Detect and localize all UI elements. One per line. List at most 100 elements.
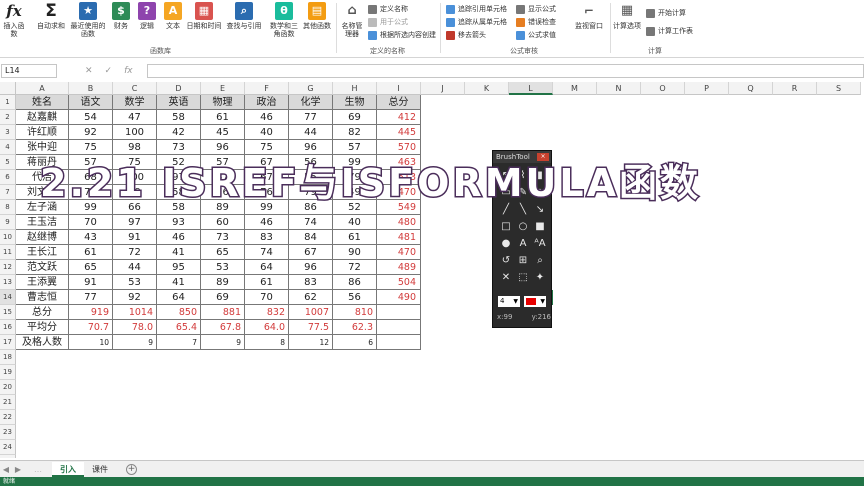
row-header-19[interactable]: 19 [0,365,16,380]
row-header-1[interactable]: 1 [0,95,16,110]
score-cell[interactable]: 73 [201,230,245,245]
score-cell[interactable]: 74 [245,245,289,260]
zoom-icon[interactable]: ⌕ [533,254,547,268]
row-header-22[interactable]: 22 [0,410,16,425]
summary-value-cell[interactable]: 1014 [113,305,157,320]
math-trig-button[interactable]: θ 数学和三角函数 [268,2,300,38]
insert-function-button[interactable]: fx 插入函数 [2,2,26,39]
score-cell[interactable]: 490 [377,290,421,305]
calc-now-button[interactable]: 开始计算 [646,8,686,18]
score-cell[interactable]: 92 [113,290,157,305]
tab-scroll-left-icon[interactable]: ◀ [0,465,12,474]
summary-value-cell[interactable]: 62.3 [333,320,377,335]
score-cell[interactable]: 70 [245,290,289,305]
recently-used-button[interactable]: ★ 最近使用的函数 [70,2,106,38]
summary-value-cell[interactable]: 9 [113,335,157,350]
score-cell[interactable]: 45 [201,125,245,140]
tab-courseware[interactable]: 课件 [84,462,116,477]
column-header-C[interactable]: C [113,82,157,95]
column-header-K[interactable]: K [465,82,509,95]
summary-value-cell[interactable]: 10 [69,335,113,350]
score-cell[interactable]: 61 [333,230,377,245]
score-cell[interactable]: 91 [69,275,113,290]
score-cell[interactable]: 489 [377,260,421,275]
score-cell[interactable]: 67 [289,245,333,260]
column-header-L[interactable]: L [509,82,553,95]
text-size-icon[interactable]: ᴬA [533,237,547,251]
score-cell[interactable]: 62 [289,290,333,305]
calc-options-button[interactable]: ▦ 计算选项 [612,2,642,30]
row-header-12[interactable]: 12 [0,260,16,275]
score-cell[interactable]: 53 [113,275,157,290]
score-cell[interactable]: 65 [201,245,245,260]
summary-label-cell[interactable]: 平均分 [16,320,69,335]
text-button[interactable]: A 文本 [162,2,184,30]
score-cell[interactable]: 56 [333,290,377,305]
summary-value-cell[interactable]: 6 [333,335,377,350]
use-in-formula-button[interactable]: 用于公式 [368,17,408,27]
score-cell[interactable]: 445 [377,125,421,140]
summary-empty-cell[interactable] [377,320,421,335]
summary-value-cell[interactable]: 12 [289,335,333,350]
column-header-A[interactable]: A [16,82,69,95]
student-name-cell[interactable]: 王添翼 [16,275,69,290]
row-header-14[interactable]: 14 [0,290,16,305]
score-cell[interactable]: 61 [245,275,289,290]
row-header-20[interactable]: 20 [0,380,16,395]
student-name-cell[interactable]: 范文跃 [16,260,69,275]
summary-value-cell[interactable]: 77.5 [289,320,333,335]
summary-empty-cell[interactable] [377,335,421,350]
trace-precedents-button[interactable]: 追踪引用单元格 [446,4,507,14]
tab-scroll-right-icon[interactable]: ▶ [12,465,24,474]
score-cell[interactable]: 40 [333,215,377,230]
column-header-E[interactable]: E [201,82,245,95]
calc-sheet-button[interactable]: 计算工作表 [646,26,693,36]
worksheet-grid[interactable]: ABCDEFGHIJKLMNOPQRS 1 2 3 4 5 6 7 8 9 10 11 12 13 14 1… [0,82,864,458]
score-cell[interactable]: 77 [289,110,333,125]
filled-rect-icon[interactable]: ■ [533,220,547,234]
row-header-24[interactable]: 24 [0,440,16,455]
financial-button[interactable]: $ 财务 [110,2,132,30]
column-header-M[interactable]: M [553,82,597,95]
row-header-7[interactable]: 7 [0,185,16,200]
summary-value-cell[interactable]: 78.0 [113,320,157,335]
score-cell[interactable]: 74 [289,215,333,230]
summary-value-cell[interactable]: 67.8 [201,320,245,335]
evaluate-formula-button[interactable]: 公式求值 [516,30,556,40]
logical-button[interactable]: ? 逻辑 [136,2,158,30]
column-header-P[interactable]: P [685,82,729,95]
row-header-10[interactable]: 10 [0,230,16,245]
ellipse-icon[interactable]: ○ [516,220,530,234]
student-name-cell[interactable]: 王玉洁 [16,215,69,230]
student-name-cell[interactable]: 赵继博 [16,230,69,245]
column-header-B[interactable]: B [69,82,113,95]
undo-icon[interactable]: ↺ [499,254,513,268]
score-cell[interactable]: 100 [113,125,157,140]
score-cell[interactable]: 83 [245,230,289,245]
rectangle-icon[interactable]: □ [499,220,513,234]
autosum-button[interactable]: Σ 自动求和 [36,2,66,31]
score-cell[interactable]: 72 [333,260,377,275]
show-formulas-button[interactable]: 显示公式 [516,4,556,14]
filled-ellipse-icon[interactable]: ● [499,237,513,251]
score-cell[interactable]: 90 [333,245,377,260]
score-cell[interactable]: 46 [245,215,289,230]
score-cell[interactable]: 86 [333,275,377,290]
table-header-cell[interactable]: 物理 [201,95,245,110]
score-cell[interactable]: 60 [201,215,245,230]
score-cell[interactable]: 46 [245,110,289,125]
score-cell[interactable]: 77 [69,290,113,305]
summary-label-cell[interactable]: 及格人数 [16,335,69,350]
row-header-25[interactable]: 25 [0,455,16,458]
pin-icon[interactable]: ✦ [533,271,547,285]
column-header-Q[interactable]: Q [729,82,773,95]
row-header-6[interactable]: 6 [0,170,16,185]
score-cell[interactable]: 41 [157,245,201,260]
score-cell[interactable]: 72 [113,245,157,260]
score-cell[interactable]: 54 [69,110,113,125]
score-cell[interactable]: 42 [157,125,201,140]
summary-value-cell[interactable]: 919 [69,305,113,320]
more-functions-button[interactable]: ▤ 其他函数 [302,2,332,30]
lookup-reference-button[interactable]: ⌕ 查找与引用 [224,2,264,30]
score-cell[interactable]: 70 [69,215,113,230]
